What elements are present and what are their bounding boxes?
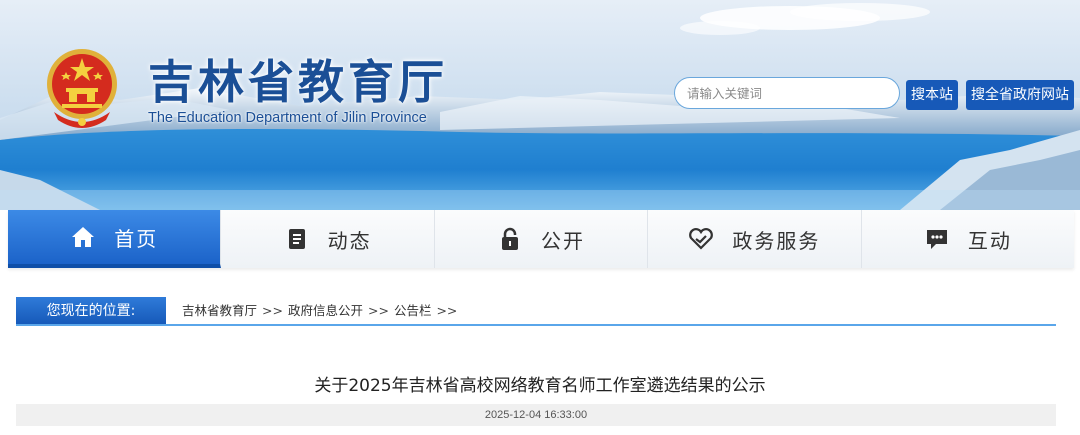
nav-item-label: 政务服务 (732, 228, 821, 253)
search-gov-button[interactable]: 搜全省政府网站 (966, 80, 1074, 110)
site-title: 吉林省教育厅 (148, 55, 448, 109)
header-banner: 吉林省教育厅 The Education Department of Jilin… (0, 0, 1080, 210)
search-input[interactable] (674, 77, 900, 109)
article-title: 关于2025年吉林省高校网络教育名师工作室遴选结果的公示 (314, 376, 766, 396)
nav-item-home[interactable]: 首页 (8, 210, 222, 268)
breadcrumb: 您现在的位置: 吉林省教育厅 >> 政府信息公开 >> 公告栏 >> (16, 297, 1056, 327)
breadcrumb-item-home[interactable]: 吉林省教育厅 (182, 303, 257, 318)
home-icon (72, 227, 95, 247)
national-emblem-icon (47, 49, 117, 128)
breadcrumb-item-public-info[interactable]: 政府信息公开 (288, 303, 363, 318)
handshake-heart-icon (689, 228, 714, 250)
nav-item-services[interactable]: 政务服务 (648, 210, 862, 268)
breadcrumb-trail: 吉林省教育厅 >> 政府信息公开 >> 公告栏 >> (182, 297, 462, 325)
nav-item-label: 公开 (541, 228, 586, 253)
breadcrumb-separator: >> (262, 303, 283, 318)
breadcrumb-separator: >> (367, 303, 389, 318)
document-icon (288, 229, 305, 249)
lock-icon (502, 227, 519, 250)
article-date: 2025-12-04 16:33:00 (16, 404, 1056, 426)
search-site-button[interactable]: 搜本站 (906, 80, 958, 110)
breadcrumb-item-notice[interactable]: 公告栏 (394, 303, 432, 318)
nav-item-label: 互动 (967, 228, 1012, 253)
nav-item-news[interactable]: 动态 (221, 210, 435, 268)
main-nav: 首页 动态 公开 政务服务 互动 (8, 210, 1075, 268)
chat-icon (926, 230, 947, 249)
site-subtitle: The Education Department of Jilin Provin… (148, 110, 427, 126)
breadcrumb-label: 您现在的位置: (16, 297, 166, 325)
nav-item-interact[interactable]: 互动 (861, 210, 1075, 268)
nav-item-label: 动态 (327, 228, 372, 253)
breadcrumb-separator: >> (436, 303, 458, 318)
nav-item-public[interactable]: 公开 (434, 210, 649, 268)
breadcrumb-underline (16, 324, 1056, 326)
nav-item-label: 首页 (114, 226, 159, 251)
